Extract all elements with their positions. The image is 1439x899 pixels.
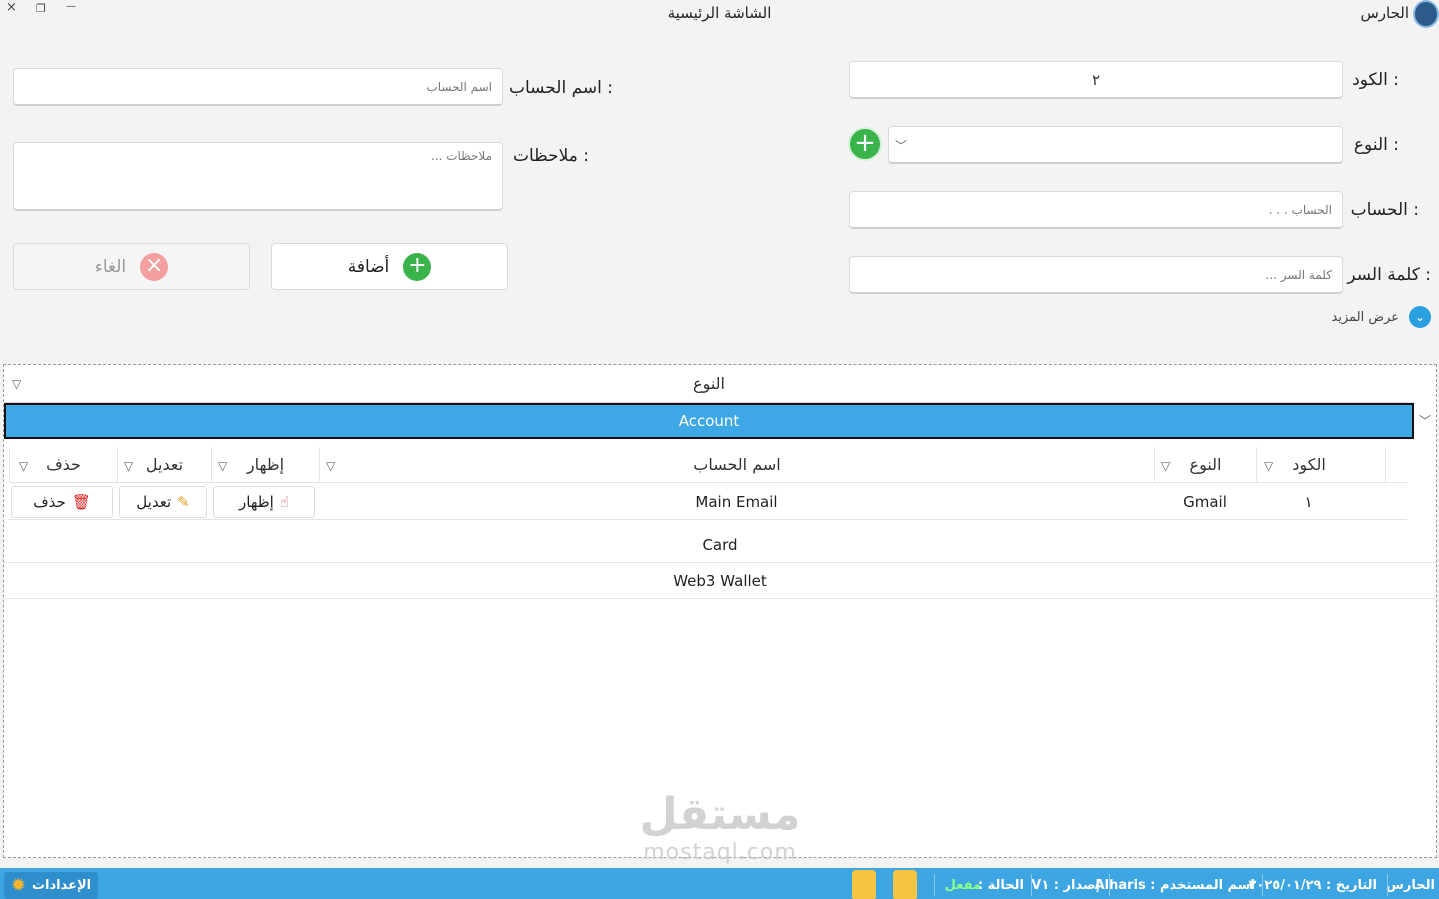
status-divider [1031,874,1032,896]
watermark: مستقل mostaql.com [620,789,820,866]
code-label: الكود : [1352,70,1399,90]
add-button[interactable]: أضافة + [271,243,508,290]
edit-button-label: تعديل [136,493,172,511]
group-row-account[interactable]: Account [4,403,1414,439]
show-button[interactable]: ☝ إظهار [213,486,315,518]
status-divider [934,874,935,896]
chevron-down-icon[interactable]: ﹀ [895,137,907,154]
column-label: إظهار [246,455,285,474]
column-header-account-name[interactable]: اسم الحساب [319,447,1154,483]
column-label: اسم الحساب [693,455,781,474]
status-user: اسم المستخدم : Alharis [1094,878,1255,893]
chevron-down-icon[interactable]: ﹀ [1419,412,1431,429]
status-date: التاريخ : ٢٠٢٥/٠١/٢٩ [1248,878,1378,893]
database-add-icon[interactable] [893,870,917,899]
type-select[interactable] [888,126,1343,164]
show-button-label: إظهار [239,493,274,511]
add-button-label: أضافة [347,256,390,277]
column-label: حذف [46,455,81,474]
notes-placeholder: ملاحظات ... [430,149,492,163]
hand-pointer-icon: ☝ [279,493,289,511]
group-row-web3-wallet[interactable]: Web3 Wallet [4,563,1436,599]
cancel-button-label: الغاء [94,256,127,277]
delete-button[interactable]: 🗑 حذف [11,486,113,518]
column-label: الكود [1292,455,1326,474]
details-header: الكود ▽ النوع ▽ اسم الحساب ▽ إظهار ▽ تعد… [9,447,1407,483]
account-label: الحساب : [1350,200,1419,220]
status-divider [1262,874,1263,896]
account-name-label: اسم الحساب : [508,78,613,98]
status-app-name: الحارس [1385,878,1435,893]
settings-label: الإعدادات [31,878,92,893]
column-label: تعديل [145,455,184,474]
password-placeholder: كلمة السر ... [1265,267,1332,282]
x-circle-icon: × [140,252,169,281]
column-label: النوع [1189,455,1222,474]
watermark-text: مستقل [639,789,801,840]
password-label: كلمة السر : [1347,265,1431,285]
group-row-label: Card [702,536,738,554]
type-label: النوع : [1353,135,1399,155]
status-state-label: الحالة : [977,878,1024,893]
group-row-label: Account [678,412,740,430]
account-name-placeholder: اسم الحساب [426,79,492,94]
code-field[interactable]: ٢ [849,61,1343,99]
add-type-button[interactable]: + [848,127,882,161]
filter-icon[interactable]: ▽ [124,459,133,473]
filter-icon[interactable]: ▽ [1161,459,1170,473]
filter-icon[interactable]: ▽ [12,377,21,391]
notes-textarea[interactable]: ملاحظات ... [13,142,503,211]
notes-label: ملاحظات : [512,146,589,166]
cell-code: ١ [1304,493,1313,511]
edit-button[interactable]: ✎ تعديل [119,486,207,518]
status-divider [1387,874,1388,896]
watermark-sub: mostaql.com [643,840,797,865]
database-settings-icon[interactable] [852,870,876,899]
account-placeholder: الحساب . . . [1268,202,1332,217]
chevron-down-circle-icon: ⌄ [1409,306,1431,328]
filter-icon[interactable]: ▽ [326,459,335,473]
delete-button-label: حذف [33,493,66,511]
group-row-label: Web3 Wallet [673,572,767,590]
trash-icon: 🗑 [71,493,91,511]
account-input[interactable]: الحساب . . . [849,191,1343,229]
group-column-label: النوع [693,374,725,393]
header-spacer [1385,447,1407,483]
password-input[interactable]: كلمة السر ... [849,256,1343,294]
group-row-card[interactable]: Card [4,527,1436,563]
table-row[interactable]: ١ Gmail Main Email ☝ إظهار ✎ تعديل 🗑 حذف [9,484,1407,520]
code-value: ٢ [1091,70,1101,89]
pencil-icon: ✎ [177,493,190,511]
gear-icon: ✹ [10,875,26,896]
status-version: إصدار : V١ [1031,878,1100,893]
settings-button[interactable]: الإعدادات ✹ [4,872,98,899]
status-bar: الحارس التاريخ : ٢٠٢٥/٠١/٢٩ اسم المستخدم… [0,868,1439,899]
accounts-grid: النوع ▽ Account ﹀ الكود ▽ النوع ▽ اسم ال… [3,364,1437,858]
cancel-button[interactable]: الغاء × [13,243,250,290]
cell-type: Gmail [1183,493,1227,511]
filter-icon[interactable]: ▽ [19,459,28,473]
filter-icon[interactable]: ▽ [218,459,227,473]
status-state-value: مفعل [944,878,981,893]
show-more-label: عرض المزيد [1331,309,1399,325]
title-bar: × ❐ — الشاشة الرئيسية الحارس [0,0,1439,30]
plus-circle-icon: + [403,252,432,281]
account-name-input[interactable]: اسم الحساب [13,68,503,106]
filter-icon[interactable]: ▽ [1264,459,1273,473]
window-title: الشاشة الرئيسية [667,4,772,22]
group-column-header[interactable]: النوع [4,365,1414,403]
status-divider [1109,874,1110,896]
show-more-toggle[interactable]: ⌄ عرض المزيد [1332,306,1431,328]
app-name: الحارس [1360,4,1409,22]
cell-account-name: Main Email [695,493,778,511]
app-logo-icon [1413,0,1439,28]
